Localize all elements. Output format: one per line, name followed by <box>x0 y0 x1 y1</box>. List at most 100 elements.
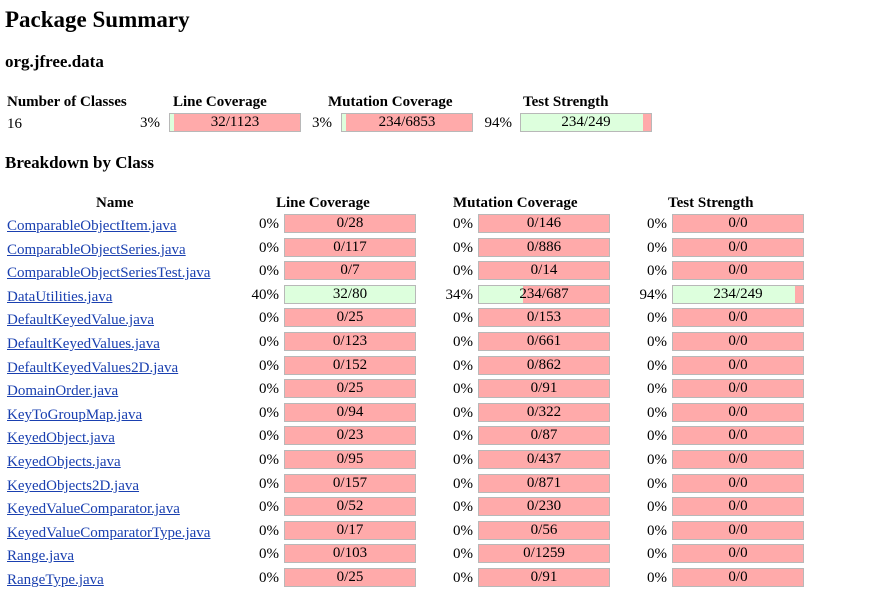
mutation-coverage-label: 0/146 <box>526 215 562 231</box>
mutation-coverage-bar: 0/153 <box>478 308 610 327</box>
strength-coverage-label: 0/0 <box>728 475 748 491</box>
mutation-coverage-bar: 0/91 <box>478 379 610 398</box>
mutation-coverage-percent: 0% <box>453 358 473 374</box>
summary-mutation-bar: 234/6853 <box>341 113 473 132</box>
strength-coverage-bar: 0/0 <box>672 214 804 233</box>
strength-coverage-bar: 0/0 <box>672 474 804 493</box>
class-link[interactable]: ComparableObjectItem.java <box>7 217 177 235</box>
strength-coverage-percent: 0% <box>647 263 667 279</box>
line-coverage-bar: 0/25 <box>284 568 416 587</box>
class-link[interactable]: KeyedObjects2D.java <box>7 477 139 495</box>
class-link[interactable]: DomainOrder.java <box>7 382 118 400</box>
line-coverage-bar: 0/25 <box>284 308 416 327</box>
strength-coverage-percent: 0% <box>647 358 667 374</box>
class-link[interactable]: DataUtilities.java <box>7 288 112 306</box>
strength-coverage-label: 0/0 <box>728 215 748 231</box>
mutation-coverage-percent: 0% <box>453 570 473 586</box>
strength-coverage-percent: 0% <box>647 428 667 444</box>
line-coverage-percent: 40% <box>251 287 280 303</box>
breakdown-header-name: Name <box>96 195 134 211</box>
summary-header-line: Line Coverage <box>173 94 267 110</box>
line-coverage-label: 0/117 <box>333 239 367 255</box>
mutation-coverage-percent: 0% <box>453 381 473 397</box>
summary-line-label: 32/1123 <box>210 114 260 130</box>
line-coverage-bar: 0/25 <box>284 379 416 398</box>
line-coverage-percent: 0% <box>259 523 279 539</box>
class-link[interactable]: KeyedValueComparator.java <box>7 500 180 518</box>
mutation-coverage-bar: 0/91 <box>478 568 610 587</box>
mutation-coverage-bar: 0/886 <box>478 238 610 257</box>
line-coverage-percent: 0% <box>259 476 279 492</box>
mutation-coverage-label: 0/1259 <box>523 545 565 561</box>
strength-coverage-percent: 94% <box>639 287 668 303</box>
breakdown-title: Breakdown by Class <box>5 153 154 172</box>
strength-coverage-percent: 0% <box>647 381 667 397</box>
class-link[interactable]: DefaultKeyedValues2D.java <box>7 359 178 377</box>
strength-coverage-label: 0/0 <box>728 333 748 349</box>
mutation-coverage-percent: 0% <box>453 216 473 232</box>
strength-coverage-label: 0/0 <box>728 262 748 278</box>
class-link[interactable]: ComparableObjectSeries.java <box>7 241 186 259</box>
mutation-coverage-percent: 0% <box>453 240 473 256</box>
mutation-coverage-label: 0/230 <box>526 498 562 514</box>
breakdown-header-mutation: Mutation Coverage <box>453 195 578 211</box>
line-coverage-label: 0/23 <box>336 427 364 443</box>
mutation-coverage-bar: 0/661 <box>478 332 610 351</box>
mutation-coverage-bar: 0/437 <box>478 450 610 469</box>
class-link[interactable]: KeyedObject.java <box>7 429 115 447</box>
line-coverage-percent: 0% <box>259 499 279 515</box>
mutation-coverage-bar: 0/146 <box>478 214 610 233</box>
strength-coverage-percent: 0% <box>647 240 667 256</box>
line-coverage-label: 0/25 <box>336 569 364 585</box>
line-coverage-label: 0/152 <box>332 357 368 373</box>
strength-coverage-bar: 0/0 <box>672 497 804 516</box>
line-coverage-percent: 0% <box>259 405 279 421</box>
mutation-coverage-label: 0/871 <box>526 475 562 491</box>
line-coverage-bar: 0/103 <box>284 544 416 563</box>
mutation-coverage-label: 0/322 <box>526 404 562 420</box>
line-coverage-label: 32/80 <box>332 286 368 302</box>
strength-coverage-bar: 0/0 <box>672 379 804 398</box>
class-link[interactable]: KeyedObjects.java <box>7 453 121 471</box>
strength-coverage-label: 0/0 <box>728 239 748 255</box>
class-link[interactable]: DefaultKeyedValues.java <box>7 335 160 353</box>
strength-coverage-label: 234/249 <box>713 286 763 302</box>
class-link[interactable]: RangeType.java <box>7 571 104 589</box>
class-link[interactable]: DefaultKeyedValue.java <box>7 311 154 329</box>
mutation-coverage-bar: 234/687 <box>478 285 610 304</box>
strength-coverage-label: 0/0 <box>728 309 748 325</box>
mutation-coverage-percent: 0% <box>453 523 473 539</box>
mutation-coverage-percent: 34% <box>445 287 474 303</box>
line-coverage-bar: 0/117 <box>284 238 416 257</box>
line-coverage-label: 0/25 <box>336 309 364 325</box>
summary-mutation-percent: 3% <box>312 115 332 131</box>
mutation-coverage-percent: 0% <box>453 310 473 326</box>
class-link[interactable]: KeyToGroupMap.java <box>7 406 142 424</box>
strength-coverage-percent: 0% <box>647 310 667 326</box>
line-coverage-label: 0/157 <box>332 475 368 491</box>
line-coverage-percent: 0% <box>259 263 279 279</box>
class-link[interactable]: ComparableObjectSeriesTest.java <box>7 264 210 282</box>
line-coverage-percent: 0% <box>259 428 279 444</box>
mutation-coverage-percent: 0% <box>453 405 473 421</box>
summary-header-classes: Number of Classes <box>7 94 127 110</box>
strength-coverage-bar: 0/0 <box>672 544 804 563</box>
summary-header-mutation: Mutation Coverage <box>328 94 453 110</box>
class-link[interactable]: KeyedValueComparatorType.java <box>7 524 210 542</box>
line-coverage-label: 0/17 <box>336 522 364 538</box>
line-coverage-percent: 0% <box>259 240 279 256</box>
mutation-coverage-bar: 0/862 <box>478 356 610 375</box>
line-coverage-bar: 0/28 <box>284 214 416 233</box>
summary-line-percent: 3% <box>140 115 160 131</box>
mutation-coverage-label: 0/886 <box>526 239 562 255</box>
line-coverage-bar: 0/7 <box>284 261 416 280</box>
line-coverage-bar: 0/123 <box>284 332 416 351</box>
mutation-coverage-label: 234/687 <box>519 286 569 302</box>
line-coverage-percent: 0% <box>259 570 279 586</box>
strength-coverage-percent: 0% <box>647 334 667 350</box>
mutation-coverage-percent: 0% <box>453 263 473 279</box>
strength-coverage-percent: 0% <box>647 523 667 539</box>
strength-coverage-label: 0/0 <box>728 404 748 420</box>
class-link[interactable]: Range.java <box>7 547 74 565</box>
mutation-coverage-percent: 0% <box>453 546 473 562</box>
